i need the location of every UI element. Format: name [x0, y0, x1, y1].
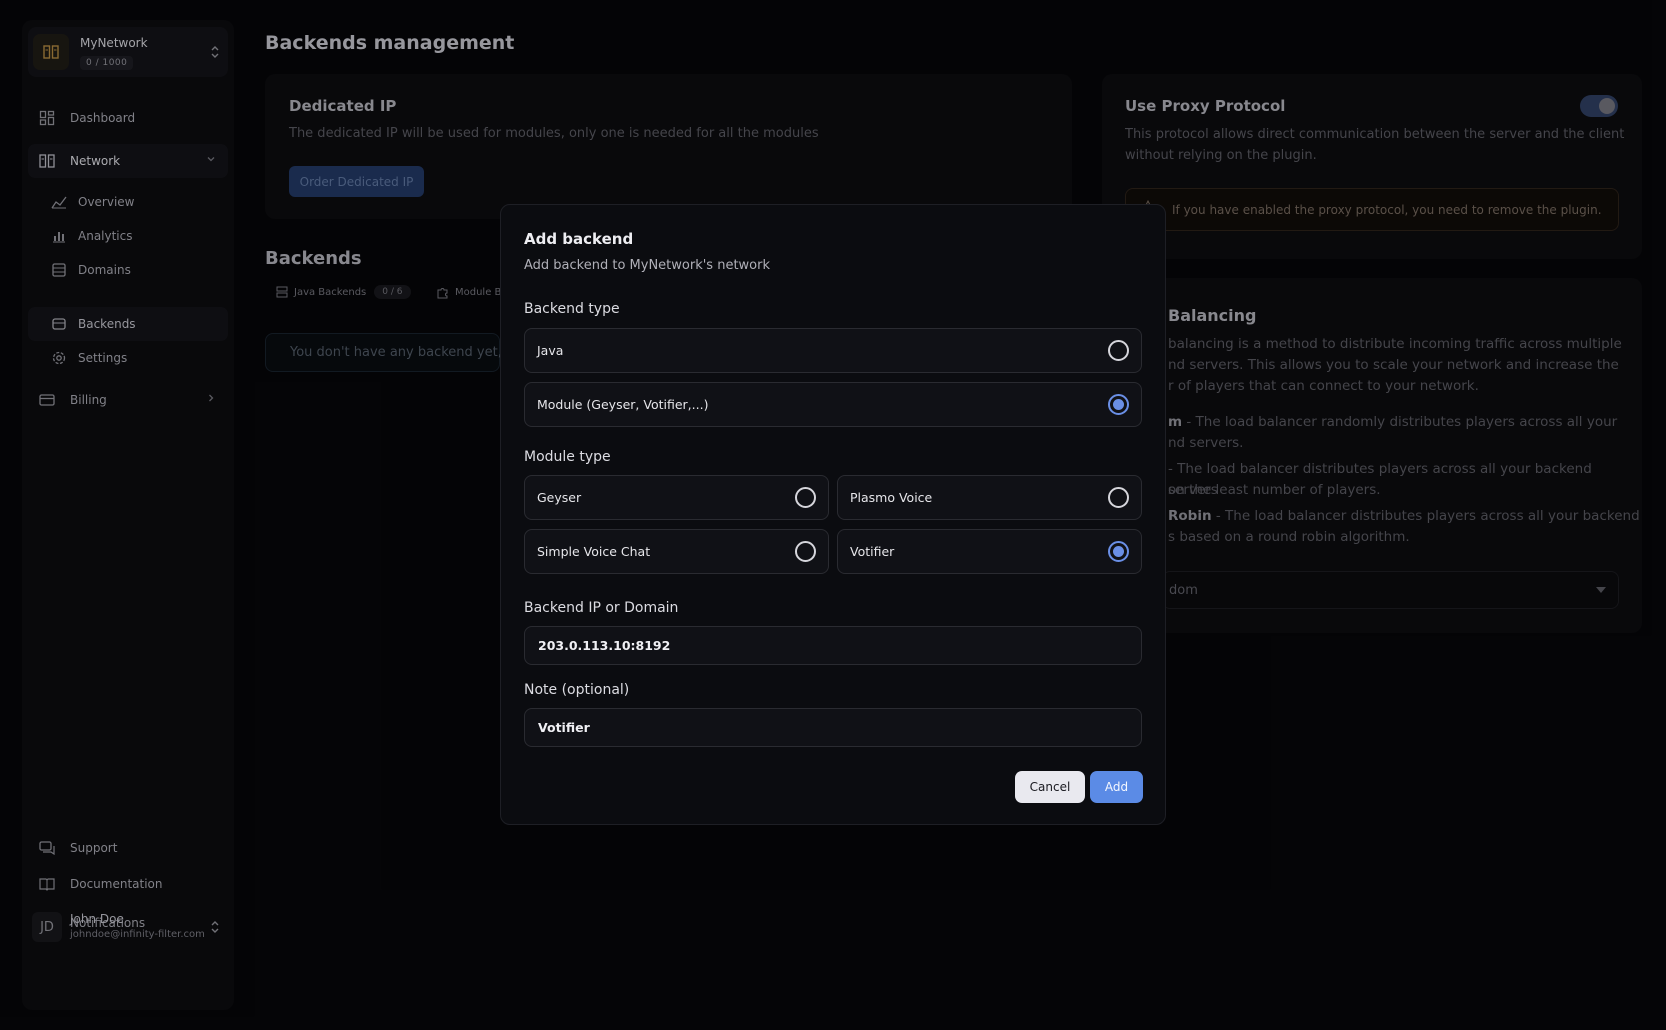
radio-java[interactable] [1108, 340, 1129, 361]
option-label: Module (Geyser, Votifier,...) [537, 397, 709, 412]
option-label: Java [537, 343, 564, 358]
option-label: Plasmo Voice [850, 490, 933, 505]
option-label: Simple Voice Chat [537, 544, 651, 559]
radio-module[interactable] [1108, 394, 1129, 415]
option-label: Votifier [850, 544, 895, 559]
radio-simple-voice-chat[interactable] [795, 541, 816, 562]
backend-ip-label: Backend IP or Domain [524, 600, 679, 616]
radio-votifier[interactable] [1108, 541, 1129, 562]
radio-plasmo-voice[interactable] [1108, 487, 1129, 508]
module-type-plasmo-voice[interactable]: Plasmo Voice [837, 475, 1142, 520]
note-input[interactable] [524, 708, 1142, 747]
add-backend-modal: Add backend Add backend to MyNetwork's n… [500, 204, 1166, 825]
add-button[interactable]: Add [1090, 771, 1143, 803]
option-label: Geyser [537, 490, 582, 505]
module-type-simple-voice-chat[interactable]: Simple Voice Chat [524, 529, 829, 574]
module-type-votifier[interactable]: Votifier [837, 529, 1142, 574]
radio-geyser[interactable] [795, 487, 816, 508]
backend-type-java[interactable]: Java [524, 328, 1142, 373]
backend-type-module[interactable]: Module (Geyser, Votifier,...) [524, 382, 1142, 427]
module-type-label: Module type [524, 449, 611, 465]
cancel-button[interactable]: Cancel [1015, 771, 1085, 803]
backend-type-label: Backend type [524, 301, 620, 317]
backend-ip-input[interactable] [524, 626, 1142, 665]
modal-title: Add backend [524, 230, 634, 248]
note-label: Note (optional) [524, 682, 630, 698]
module-type-geyser[interactable]: Geyser [524, 475, 829, 520]
modal-subtitle: Add backend to MyNetwork's network [524, 258, 770, 273]
